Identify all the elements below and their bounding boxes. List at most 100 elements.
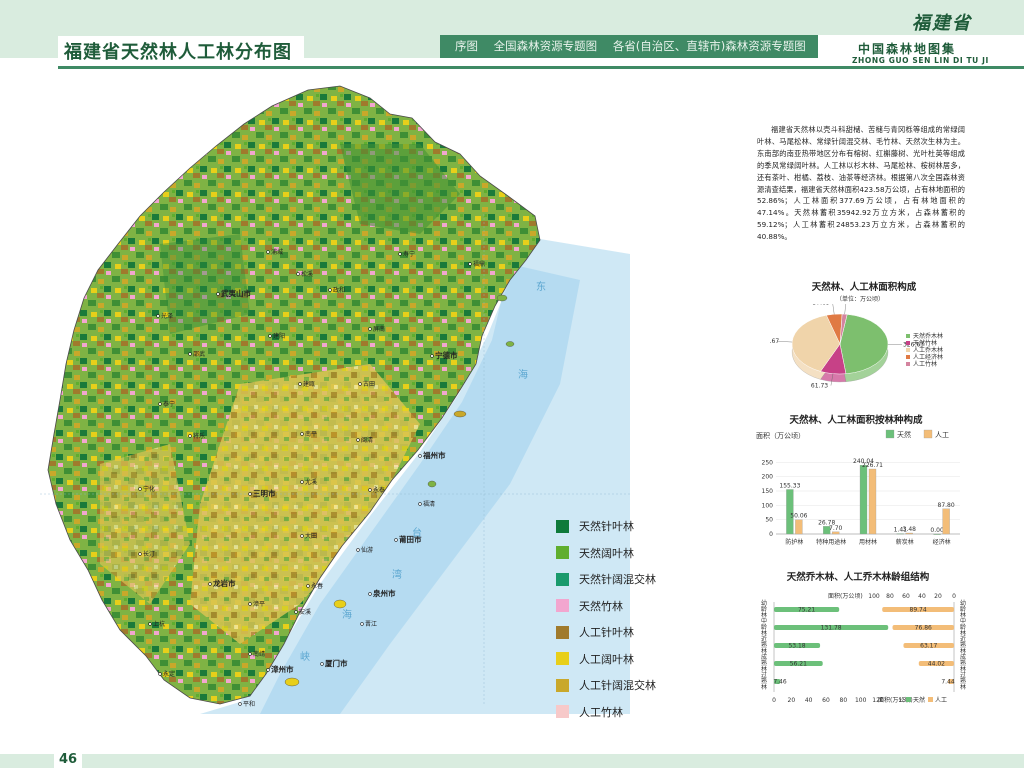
age-category-label: 成熟林 bbox=[960, 653, 966, 673]
bar bbox=[905, 532, 913, 535]
bar-value-label: 7.70 bbox=[829, 525, 843, 532]
legend-label: 人工针阔混交林 bbox=[579, 679, 656, 692]
bar-value-label: 3.48 bbox=[903, 526, 917, 533]
pie-legend-label: 人工经济林 bbox=[913, 353, 943, 361]
city-marker bbox=[138, 487, 142, 491]
legend-item: 天然针阔混交林 bbox=[556, 571, 656, 587]
city-marker bbox=[158, 672, 162, 676]
age-top-tick: 20 bbox=[934, 593, 942, 600]
legend-item: 人工竹林 bbox=[556, 704, 623, 720]
city-marker bbox=[298, 382, 302, 386]
bar-value-label: 155.33 bbox=[779, 482, 800, 489]
bar-category-label: 特种用途林 bbox=[816, 538, 846, 546]
city-label: 浦城 bbox=[271, 248, 283, 256]
city-marker bbox=[430, 354, 434, 358]
pie-chart: 326.6361.73277.6737.6912.02天然乔木林天然竹林人工乔木… bbox=[770, 304, 943, 390]
city-marker bbox=[468, 262, 472, 266]
age-bottom-tick: 40 bbox=[805, 697, 813, 704]
city-label: 宁德市 bbox=[435, 350, 458, 360]
bar-category-label: 经济林 bbox=[933, 538, 951, 546]
city-marker bbox=[216, 292, 220, 296]
bar-chart: 面积（万公顷） 0 50 100 150 200 250 天然 人工 155.33 50.06 防护林… bbox=[756, 429, 960, 546]
nav-item-provincial[interactable]: 各省(自治区、直辖市)森林资源专题图 bbox=[613, 39, 806, 53]
age-value-natural: 131.78 bbox=[821, 624, 842, 631]
city-marker bbox=[294, 610, 298, 614]
nav-item-national[interactable]: 全国森林资源专题图 bbox=[494, 39, 598, 53]
age-value-natural: 56.21 bbox=[790, 660, 807, 667]
city-label: 龙岩市 bbox=[213, 578, 236, 588]
pie-legend-swatch bbox=[906, 348, 910, 352]
bar-legend-label: 人工 bbox=[935, 431, 949, 439]
city-label: 福清 bbox=[423, 500, 435, 508]
age-category-label: 幼龄林 bbox=[761, 599, 767, 619]
age-top-tick: 100 bbox=[868, 593, 880, 600]
city-marker bbox=[266, 668, 270, 672]
age-axis-label: 面积(万公顷) bbox=[828, 592, 863, 600]
city-label: 福州市 bbox=[422, 450, 446, 460]
city-marker bbox=[360, 622, 364, 626]
city-marker bbox=[158, 402, 162, 406]
bar-value-label: 50.06 bbox=[790, 513, 807, 520]
city-label: 泉州市 bbox=[373, 588, 396, 598]
city-label: 晋江 bbox=[365, 621, 377, 628]
pie-chart-title: 天然林、人工林面积构成 bbox=[811, 282, 917, 293]
city-label: 光泽 bbox=[161, 312, 173, 320]
age-category-label: 近熟林 bbox=[960, 635, 966, 655]
city-label: 漳平 bbox=[253, 600, 265, 608]
city-label: 邵武 bbox=[193, 350, 205, 358]
bar-legend-swatch bbox=[885, 429, 895, 439]
bar-value-label: 87.80 bbox=[938, 502, 955, 509]
city-marker bbox=[328, 288, 332, 292]
age-top-tick: 40 bbox=[918, 593, 926, 600]
breadcrumb: 序图 全国森林资源专题图 各省(自治区、直辖市)森林资源专题图 bbox=[455, 38, 818, 54]
legend-swatch bbox=[556, 519, 569, 533]
city-label: 南平 bbox=[305, 430, 317, 438]
bar-ylabel: 面积（万公顷） bbox=[756, 431, 805, 440]
legend-item: 天然阔叶林 bbox=[556, 545, 634, 561]
bar-ytick: 250 bbox=[762, 459, 774, 466]
city-marker bbox=[300, 480, 304, 484]
bar-ytick: 100 bbox=[762, 502, 774, 509]
city-marker bbox=[368, 488, 372, 492]
atlas-title: 中国森林地图集 bbox=[858, 42, 957, 56]
city-label: 古田 bbox=[363, 380, 375, 388]
legend-item: 天然针叶林 bbox=[556, 518, 634, 534]
city-label: 仙游 bbox=[361, 546, 373, 554]
city-marker bbox=[398, 252, 402, 256]
city-marker bbox=[248, 602, 252, 606]
city-marker bbox=[266, 250, 270, 254]
city-label: 泰宁 bbox=[163, 400, 175, 408]
city-label: 大田 bbox=[305, 532, 317, 540]
age-top-tick: 60 bbox=[902, 593, 910, 600]
legend-label: 天然针阔混交林 bbox=[579, 573, 656, 586]
age-bottom-tick: 0 bbox=[772, 697, 776, 704]
city-label: 建阳 bbox=[273, 332, 285, 340]
province-tag: 福建省 bbox=[912, 13, 972, 34]
atlas-pinyin: ZHONG GUO SEN LIN DI TU JI bbox=[852, 56, 989, 65]
nav-item-preface[interactable]: 序图 bbox=[455, 39, 478, 53]
footer-bar bbox=[0, 754, 1024, 768]
bar bbox=[859, 465, 868, 535]
legend-swatch bbox=[556, 599, 569, 612]
city-label: 松溪 bbox=[301, 270, 313, 278]
bar-value-label: 0.00 bbox=[930, 527, 944, 534]
city-label: 漳州市 bbox=[271, 664, 294, 674]
city-label: 政和 bbox=[333, 286, 345, 294]
age-value-natural: 7.46 bbox=[773, 678, 787, 685]
city-marker bbox=[356, 438, 360, 442]
bar bbox=[832, 531, 840, 535]
age-chart-title: 天然乔木林、人工乔木林龄组结构 bbox=[786, 572, 930, 583]
city-marker bbox=[188, 352, 192, 356]
pie-leader-line bbox=[844, 304, 847, 315]
city-marker bbox=[368, 327, 372, 331]
pie-legend-swatch bbox=[906, 334, 910, 338]
city-label: 南靖 bbox=[253, 650, 265, 658]
city-label: 永泰 bbox=[373, 486, 385, 494]
city-marker bbox=[248, 652, 252, 656]
bar bbox=[942, 508, 950, 535]
city-label: 将乐 bbox=[193, 432, 205, 440]
city-marker bbox=[358, 382, 362, 386]
city-marker bbox=[148, 622, 152, 626]
age-top-tick: 0 bbox=[952, 593, 956, 600]
bar-category-label: 薪炭林 bbox=[896, 538, 914, 546]
